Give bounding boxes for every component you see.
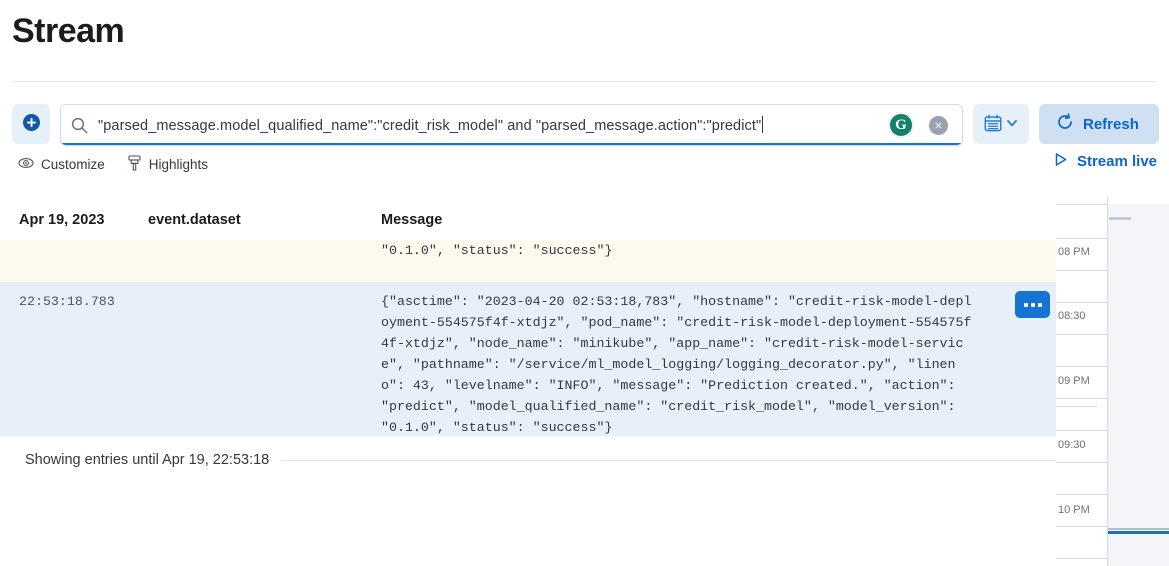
timeline-tick — [1056, 398, 1108, 399]
search-toolbar: "parsed_message.model_qualified_name":"c… — [12, 104, 1159, 146]
timeline-minimap[interactable]: 08 PM08:3009 PM09:3010 PM10:3011 PM — [1056, 196, 1169, 566]
refresh-label: Refresh — [1083, 115, 1139, 133]
timeline-tick — [1056, 238, 1108, 239]
row-timestamp: 22:53:18.783 — [19, 294, 115, 309]
clear-search-button[interactable] — [929, 116, 948, 135]
play-triangle-icon — [1053, 152, 1068, 171]
highlights-label: Highlights — [148, 157, 209, 172]
timeline-marker-top — [1109, 217, 1131, 220]
row-timestamp — [0, 240, 381, 282]
chevron-down-icon — [1006, 117, 1018, 132]
stream-page: Stream "parsed_message.model_qualified_n… — [0, 0, 1169, 566]
timeline-tick — [1056, 204, 1108, 205]
timeline-ticks: 08 PM08:3009 PM09:3010 PM10:3011 PM — [1056, 196, 1169, 566]
showing-entries-text: Showing entries until Apr 19, 22:53:18 — [25, 452, 270, 468]
close-icon — [935, 122, 942, 129]
timeline-label: 08:30 — [1058, 310, 1086, 322]
search-query-text: "parsed_message.model_qualified_name":"c… — [98, 118, 762, 134]
timeline-tick — [1056, 302, 1108, 303]
page-title: Stream — [12, 12, 125, 50]
ellipsis-dot — [1037, 302, 1042, 307]
timeline-marker-bottom-secondary — [1108, 528, 1169, 530]
stream-live-button[interactable]: Stream live — [1053, 152, 1157, 171]
timeline-label: 09:30 — [1058, 439, 1086, 451]
column-header-event-dataset: event.dataset — [148, 212, 241, 228]
table-row[interactable]: "predict", "model_qualified_name": "cred… — [0, 240, 1056, 282]
add-filter-button[interactable] — [12, 104, 50, 144]
timeline-tick — [1056, 430, 1108, 431]
refresh-icon — [1056, 113, 1074, 135]
refresh-button[interactable]: Refresh — [1039, 104, 1159, 144]
ellipsis-dot — [1030, 302, 1035, 307]
date-picker-button[interactable] — [973, 104, 1029, 144]
title-divider — [12, 81, 1157, 82]
customize-label: Customize — [41, 157, 105, 172]
ellipsis-dot — [1023, 302, 1028, 307]
timeline-tick — [1056, 494, 1108, 495]
row-message: {"asctime": "2023-04-20 02:53:18,783", "… — [381, 294, 972, 435]
highlights-button[interactable]: Highlights — [127, 155, 208, 174]
timeline-tick — [1056, 366, 1108, 367]
timeline-tick — [1056, 526, 1108, 527]
showing-entries-note: Showing entries until Apr 19, 22:53:18 — [0, 452, 1056, 468]
plus-circle-icon — [22, 113, 41, 135]
grammarly-icon[interactable]: G — [888, 112, 914, 138]
timeline-label: 08 PM — [1058, 246, 1090, 258]
magnifier-icon — [71, 117, 88, 134]
column-header-message: Message — [381, 212, 443, 228]
timeline-tick — [1056, 270, 1108, 271]
row-actions-button[interactable] — [1015, 291, 1050, 318]
timeline-label: 09 PM — [1058, 375, 1090, 387]
timeline-tick — [1056, 558, 1108, 559]
search-input-wrapper[interactable]: "parsed_message.model_qualified_name":"c… — [60, 104, 963, 146]
brush-icon — [127, 155, 142, 174]
note-divider — [281, 459, 1056, 461]
row-message: "predict", "model_qualified_name": "cred… — [381, 243, 613, 258]
timeline-selection-line — [1056, 406, 1097, 407]
column-header-date: Apr 19, 2023 — [19, 212, 105, 228]
customize-button[interactable]: Customize — [18, 155, 105, 174]
secondary-toolbar: Customize Highlights Stream live — [18, 152, 1157, 177]
table-row[interactable]: 22:53:18.783 {"asctime": "2023-04-20 02:… — [0, 282, 1056, 436]
calendar-icon — [984, 113, 1002, 135]
grammarly-glyph: G — [895, 116, 907, 133]
log-table-body[interactable]: "predict", "model_qualified_name": "cred… — [0, 240, 1056, 436]
secondary-toolbar-left: Customize Highlights — [18, 155, 1157, 174]
log-table-header: Apr 19, 2023 event.dataset Message — [0, 212, 1056, 240]
stream-live-label: Stream live — [1076, 153, 1157, 170]
timeline-marker-bottom[interactable] — [1108, 531, 1169, 534]
timeline-label: 10 PM — [1058, 504, 1090, 516]
eye-icon — [18, 155, 34, 174]
search-input[interactable]: "parsed_message.model_qualified_name":"c… — [98, 116, 886, 134]
text-caret — [762, 116, 764, 133]
timeline-tick — [1056, 334, 1108, 335]
timeline-tick — [1056, 462, 1108, 463]
